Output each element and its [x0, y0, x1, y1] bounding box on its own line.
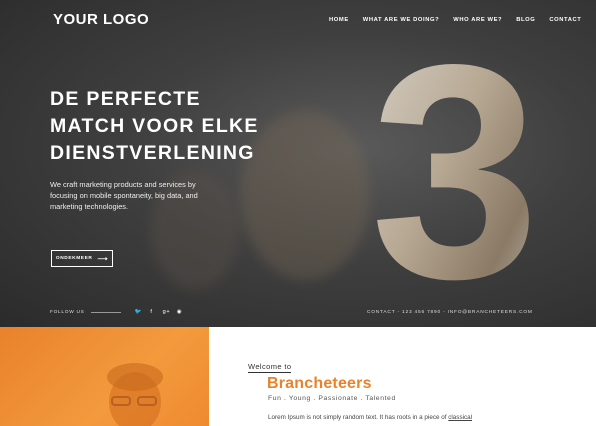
classical-link[interactable]: classical	[448, 414, 472, 421]
twitter-icon[interactable]: 🐦	[135, 309, 142, 315]
person-photo	[107, 363, 163, 426]
nav-blog[interactable]: BLOG	[516, 17, 535, 23]
big-three-digit: 3	[370, 45, 540, 285]
follow-divider	[90, 311, 121, 313]
welcome-label: Welcome to	[248, 362, 292, 373]
headline-line-1: DE PERFECTE	[50, 88, 201, 110]
hero-subtext: We craft marketing products and services…	[50, 180, 198, 211]
intro-section: Welcome to Brancheteers Fun . Young . Pa…	[0, 327, 596, 426]
intro-paragraph: Lorem Ipsum is not simply random text. I…	[268, 414, 472, 421]
hero-background-photo	[240, 110, 370, 280]
follow-us-bar: FOLLOW US 🐦 f g+ ◉	[50, 309, 183, 315]
facebook-icon[interactable]: f	[149, 309, 155, 315]
follow-us-label: FOLLOW US	[50, 309, 85, 315]
discover-more-button[interactable]: ONDEKMEER ⟶	[51, 250, 113, 267]
nav-home[interactable]: HOME	[329, 17, 349, 23]
nav-what-are-we-doing[interactable]: WHAT ARE WE DOING?	[363, 17, 440, 23]
cta-label: ONDEKMEER	[55, 256, 93, 261]
arrow-right-icon: ⟶	[97, 255, 109, 263]
number-three-graphic: 3	[370, 45, 540, 285]
orange-photo-panel	[0, 327, 209, 426]
nav-contact[interactable]: CONTACT	[549, 17, 581, 23]
headline-line-3: DIENSTVERLENING	[50, 142, 255, 164]
hero-headline: DE PERFECTE MATCH VOOR ELKE DIENSTVERLEN…	[50, 86, 259, 167]
brand-tagline: Fun . Young . Passionate . Talented	[268, 395, 396, 402]
intro-text: Lorem Ipsum is not simply random text. I…	[268, 414, 449, 421]
contact-info: CONTACT - 123 456 7890 - INFO@BRANCHETEE…	[367, 310, 533, 315]
google-plus-icon[interactable]: g+	[163, 309, 170, 315]
brand-name: Brancheteers	[267, 375, 372, 392]
headline-line-2: MATCH VOOR ELKE	[50, 115, 259, 137]
nav-who-are-we[interactable]: WHO ARE WE?	[453, 17, 502, 23]
hero-section: YOUR LOGO HOME WHAT ARE WE DOING? WHO AR…	[0, 0, 596, 327]
logo[interactable]: YOUR LOGO	[53, 11, 149, 28]
main-nav: HOME WHAT ARE WE DOING? WHO ARE WE? BLOG…	[329, 17, 595, 23]
rss-icon[interactable]: ◉	[177, 309, 183, 315]
